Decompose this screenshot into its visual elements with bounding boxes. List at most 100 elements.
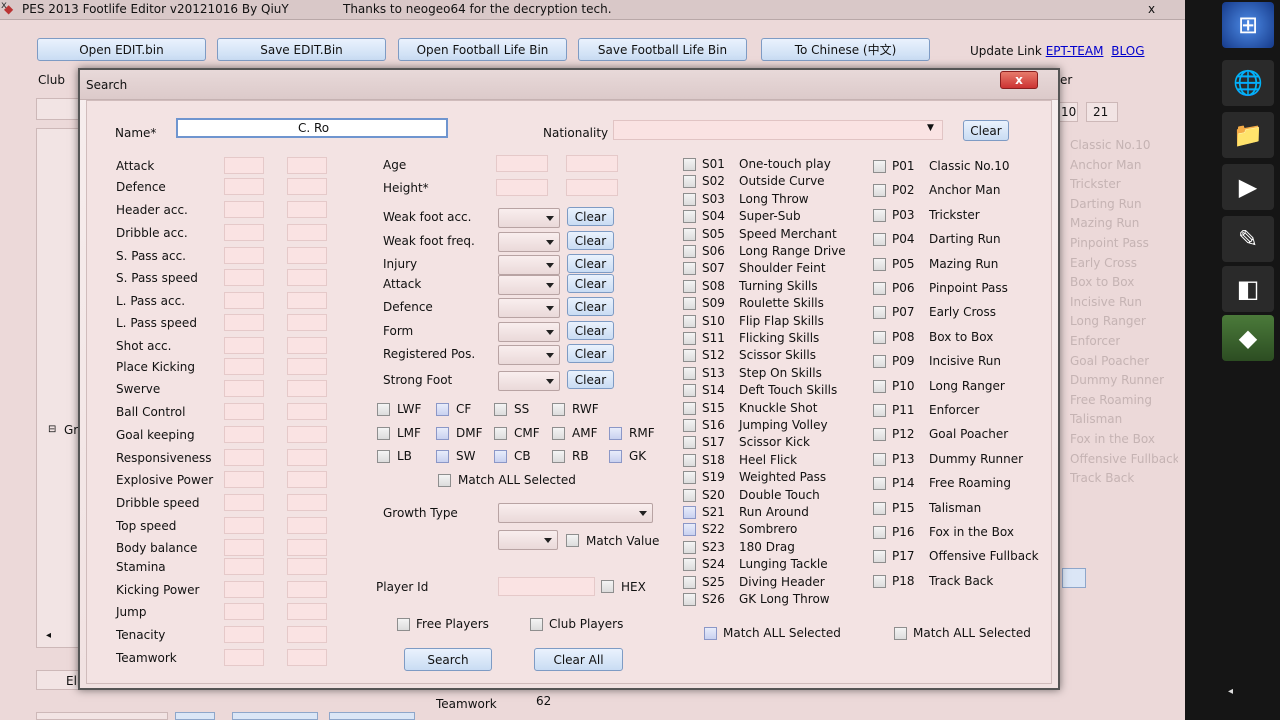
attribute-combo[interactable]: [498, 255, 560, 275]
attribute-clear-button[interactable]: Clear: [567, 231, 614, 250]
skill-checkbox[interactable]: [683, 245, 696, 258]
position-checkbox[interactable]: [552, 450, 565, 463]
stat-min-field[interactable]: [224, 581, 264, 598]
play-style-checkbox[interactable]: [873, 355, 886, 369]
play-style-checkbox[interactable]: [873, 330, 886, 344]
stat-max-field[interactable]: [287, 314, 327, 331]
play-style-checkbox[interactable]: [873, 233, 886, 247]
play-style-checkbox[interactable]: [873, 282, 886, 295]
stat-max-field[interactable]: [287, 558, 327, 575]
skill-checkbox[interactable]: [683, 419, 696, 432]
stat-min-field[interactable]: [224, 292, 264, 309]
search-button[interactable]: Search: [404, 648, 492, 671]
skill-checkbox[interactable]: [683, 366, 696, 380]
stat-min-field[interactable]: [224, 539, 264, 556]
open-football-life-bin-button[interactable]: Open Football Life Bin: [398, 38, 567, 61]
position-checkbox[interactable]: [377, 403, 390, 416]
stat-max-field[interactable]: [287, 517, 327, 534]
stat-min-field[interactable]: [224, 269, 264, 286]
stat-max-field[interactable]: [287, 380, 327, 397]
app-close-icon[interactable]: x: [1148, 2, 1155, 16]
growth-type-combo[interactable]: [498, 503, 653, 523]
skill-checkbox[interactable]: [683, 175, 696, 189]
editor-app-icon[interactable]: ◆: [1222, 315, 1274, 361]
match-value-combo[interactable]: [498, 530, 558, 550]
stat-min-field[interactable]: [224, 517, 264, 534]
skill-checkbox[interactable]: [683, 471, 696, 485]
blog-link[interactable]: BLOG: [1111, 44, 1144, 58]
skill-checkbox[interactable]: [683, 332, 696, 345]
skill-checkbox[interactable]: [683, 436, 696, 450]
stat-min-field[interactable]: [224, 403, 264, 420]
skill-checkbox[interactable]: [683, 593, 696, 606]
skill-checkbox[interactable]: [683, 575, 696, 589]
play-style-checkbox[interactable]: [873, 404, 886, 417]
position-checkbox[interactable]: [377, 427, 390, 440]
stat-min-field[interactable]: [224, 157, 264, 174]
stat-max-field[interactable]: [287, 603, 327, 620]
height-min-field[interactable]: [496, 179, 548, 196]
save-edit-bin-button[interactable]: Save EDIT.Bin: [217, 38, 386, 61]
age-max-field[interactable]: [566, 155, 618, 172]
skill-checkbox[interactable]: [683, 558, 696, 572]
stat-max-field[interactable]: [287, 471, 327, 488]
tree-collapse-icon[interactable]: ⊟: [48, 424, 56, 435]
stat-max-field[interactable]: [287, 494, 327, 511]
save-football-life-bin-button[interactable]: Save Football Life Bin: [578, 38, 747, 61]
app-window-icon[interactable]: ◧: [1222, 266, 1274, 312]
skill-checkbox[interactable]: [683, 262, 696, 276]
stat-min-field[interactable]: [224, 247, 264, 264]
position-checkbox[interactable]: [609, 450, 622, 463]
skill-checkbox[interactable]: [683, 384, 696, 398]
play-style-checkbox[interactable]: [873, 379, 886, 393]
browser-icon[interactable]: 🌐: [1222, 60, 1274, 106]
stat-max-field[interactable]: [287, 426, 327, 443]
skill-checkbox[interactable]: [683, 279, 696, 293]
match-value-checkbox[interactable]: [566, 534, 579, 547]
skill-checkbox[interactable]: [683, 488, 696, 502]
to-chinese-button[interactable]: To Chinese (中文): [761, 38, 930, 61]
skill-checkbox[interactable]: [683, 453, 696, 467]
play-style-checkbox[interactable]: [873, 526, 886, 539]
match-all-styles-checkbox[interactable]: [894, 627, 907, 640]
position-checkbox[interactable]: [609, 427, 622, 440]
attribute-clear-button[interactable]: Clear: [567, 344, 614, 363]
tree-node-label[interactable]: Gr: [64, 423, 78, 437]
stat-min-field[interactable]: [224, 603, 264, 620]
age-min-field[interactable]: [496, 155, 548, 172]
stat-min-field[interactable]: [224, 201, 264, 218]
stat-min-field[interactable]: [224, 314, 264, 331]
folder-icon[interactable]: 📁: [1222, 112, 1274, 158]
attribute-combo[interactable]: [498, 298, 560, 318]
open-edit-bin-button[interactable]: Open EDIT.bin: [37, 38, 206, 61]
position-checkbox[interactable]: [552, 427, 565, 440]
attribute-clear-button[interactable]: Clear: [567, 321, 614, 340]
bottom-button-3[interactable]: [329, 712, 415, 720]
bottom-button-1[interactable]: [175, 712, 215, 720]
play-style-checkbox[interactable]: [873, 184, 886, 198]
nationality-dropdown-icon[interactable]: ▼: [927, 123, 934, 133]
bottom-button-2[interactable]: [232, 712, 318, 720]
media-player-icon[interactable]: ▶: [1222, 164, 1274, 210]
stat-min-field[interactable]: [224, 426, 264, 443]
position-checkbox[interactable]: [436, 427, 449, 440]
position-checkbox[interactable]: [494, 450, 507, 463]
attribute-combo[interactable]: [498, 275, 560, 295]
play-style-checkbox[interactable]: [873, 208, 886, 222]
skill-checkbox[interactable]: [683, 506, 696, 519]
bottom-field[interactable]: [36, 712, 168, 720]
attribute-clear-button[interactable]: Clear: [567, 254, 614, 273]
skill-checkbox[interactable]: [683, 297, 696, 311]
skill-checkbox[interactable]: [683, 192, 696, 206]
tool-icon[interactable]: ✎: [1222, 216, 1274, 262]
scroll-left-icon[interactable]: ◂: [46, 630, 51, 641]
attribute-combo[interactable]: [498, 208, 560, 228]
stat-max-field[interactable]: [287, 224, 327, 241]
stat-min-field[interactable]: [224, 178, 264, 195]
club-tree[interactable]: [36, 128, 80, 648]
attribute-clear-button[interactable]: Clear: [567, 370, 614, 389]
stat-min-field[interactable]: [224, 649, 264, 666]
stat-max-field[interactable]: [287, 449, 327, 466]
ept-team-link[interactable]: EPT-TEAM: [1046, 44, 1104, 58]
match-all-skills-checkbox[interactable]: [704, 627, 717, 640]
